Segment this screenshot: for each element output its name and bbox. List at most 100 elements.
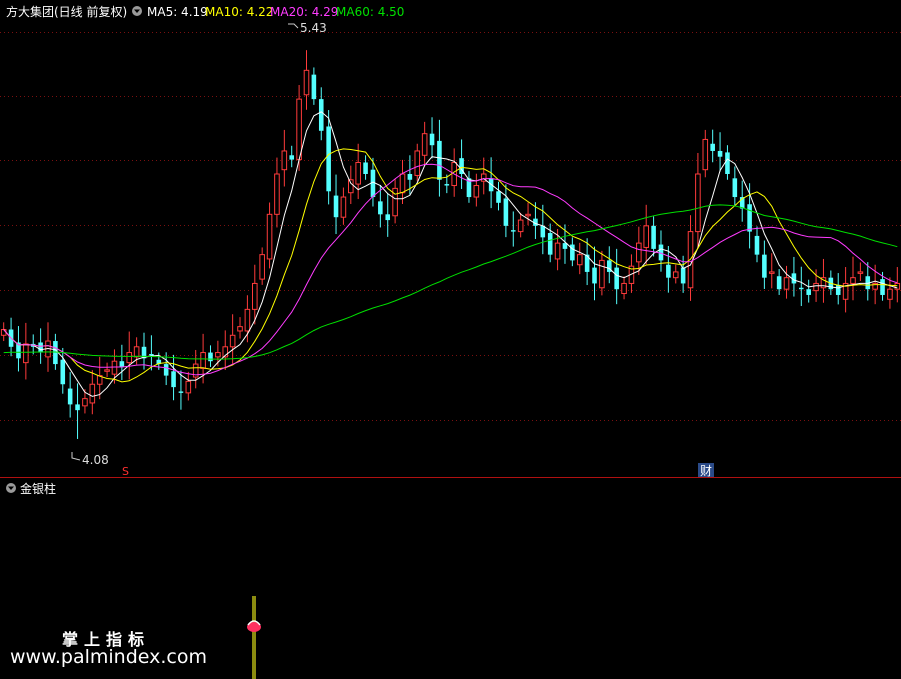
candle[interactable] (392, 178, 398, 224)
candle[interactable] (399, 159, 406, 205)
candle-body (517, 219, 524, 233)
candle[interactable] (171, 354, 176, 401)
candle[interactable] (480, 157, 487, 195)
candle[interactable] (303, 50, 310, 110)
candle-body (326, 126, 331, 192)
candle[interactable] (614, 248, 619, 305)
candle[interactable] (687, 215, 694, 301)
candle[interactable] (421, 121, 428, 165)
candle[interactable] (208, 345, 213, 367)
candle[interactable] (725, 145, 730, 180)
candle[interactable] (503, 184, 509, 238)
candle[interactable] (768, 253, 775, 289)
candle[interactable] (799, 266, 804, 307)
candle[interactable] (23, 322, 29, 380)
candle[interactable] (584, 238, 590, 286)
candle[interactable] (311, 67, 317, 105)
candle[interactable] (570, 237, 575, 267)
candle[interactable] (651, 216, 656, 257)
candle[interactable] (576, 242, 583, 275)
candle[interactable] (783, 265, 790, 299)
candle[interactable] (710, 129, 715, 163)
candle[interactable] (894, 267, 901, 303)
candle[interactable] (414, 143, 421, 182)
candle-body (340, 196, 347, 218)
candle[interactable] (865, 262, 871, 301)
candle[interactable] (806, 279, 811, 303)
candle[interactable] (185, 371, 192, 401)
candle-body (23, 343, 29, 364)
candle[interactable] (842, 267, 849, 313)
candle[interactable] (281, 129, 288, 187)
candle[interactable] (702, 129, 709, 178)
candlestick-series[interactable] (0, 50, 901, 439)
candle[interactable] (672, 264, 679, 284)
candle-body (38, 342, 43, 353)
candle-body (799, 287, 804, 290)
candle[interactable] (754, 226, 760, 263)
candle[interactable] (274, 157, 280, 228)
candle-body (89, 383, 96, 404)
candle[interactable] (141, 332, 147, 370)
candle-body (680, 267, 686, 284)
candle[interactable] (459, 139, 464, 189)
candle[interactable] (496, 181, 501, 211)
candle-body (208, 352, 213, 362)
candle[interactable] (887, 277, 893, 309)
candle[interactable] (340, 187, 347, 225)
candle[interactable] (289, 145, 295, 168)
candle[interactable] (363, 155, 368, 180)
candle[interactable] (857, 262, 864, 281)
candle[interactable] (45, 322, 51, 372)
candle[interactable] (244, 295, 251, 343)
candle[interactable] (621, 276, 627, 300)
candle[interactable] (89, 370, 96, 415)
candle[interactable] (355, 143, 361, 200)
candle-body (437, 140, 442, 180)
candle[interactable] (762, 240, 767, 289)
candle[interactable] (67, 372, 73, 418)
ma-toggle-icon[interactable] (132, 6, 142, 16)
candle-body (525, 213, 531, 217)
candle[interactable] (517, 212, 524, 238)
candle[interactable] (658, 230, 664, 272)
candle-body (185, 380, 192, 394)
candle-body (244, 308, 251, 332)
candle[interactable] (510, 211, 516, 247)
candle[interactable] (333, 174, 339, 235)
candle[interactable] (429, 117, 435, 159)
candle[interactable] (739, 180, 745, 222)
candle[interactable] (259, 247, 265, 285)
candle[interactable] (599, 250, 605, 296)
candle[interactable] (16, 326, 21, 372)
candle[interactable] (466, 171, 472, 203)
candle[interactable] (104, 362, 110, 378)
candle[interactable] (717, 132, 723, 172)
candle[interactable] (30, 334, 36, 355)
candle[interactable] (119, 344, 125, 381)
s-marker[interactable]: S (122, 465, 129, 478)
candle[interactable] (60, 347, 66, 394)
candle[interactable] (732, 166, 738, 207)
candle[interactable] (835, 273, 841, 305)
candle[interactable] (776, 269, 782, 295)
candle[interactable] (592, 246, 597, 301)
candle[interactable] (149, 335, 154, 371)
candle[interactable] (266, 202, 273, 269)
candle[interactable] (695, 152, 701, 249)
candle[interactable] (606, 246, 612, 284)
candle[interactable] (192, 349, 199, 389)
candle[interactable] (850, 256, 856, 301)
candle[interactable] (385, 193, 391, 237)
candle[interactable] (75, 383, 80, 439)
candle[interactable] (525, 202, 531, 226)
sub-panel-toggle-icon[interactable] (6, 483, 16, 493)
candle[interactable] (126, 331, 133, 380)
candle[interactable] (229, 314, 236, 364)
candle[interactable] (237, 317, 243, 339)
candle-body (126, 352, 133, 364)
candle[interactable] (473, 173, 480, 207)
candle[interactable] (222, 330, 229, 371)
stock-chart[interactable]: 方大集团(日线 前复权) MA5: 4.19 MA10: 4.22 MA20: … (0, 0, 901, 679)
candle[interactable] (643, 204, 649, 265)
